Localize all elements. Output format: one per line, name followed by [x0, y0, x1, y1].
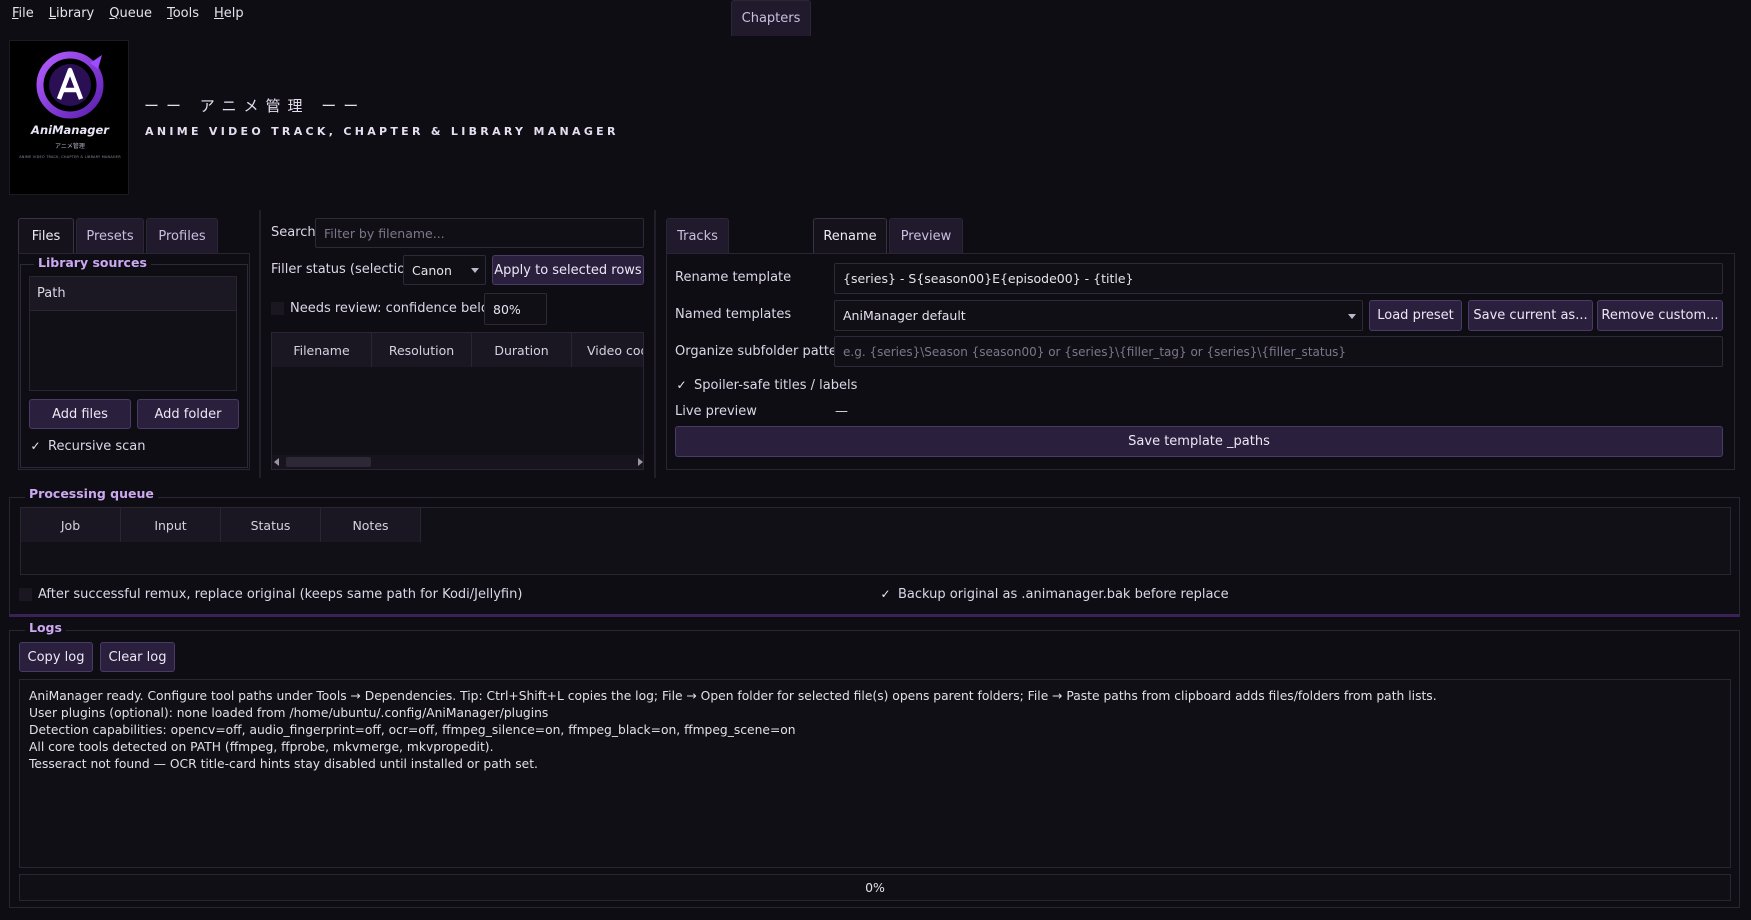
- spoiler-safe-label: Spoiler-safe titles / labels: [694, 378, 858, 393]
- backup-original-label: Backup original as .animanager.bak befor…: [898, 587, 1229, 602]
- path-column-header[interactable]: Path: [30, 277, 236, 311]
- scroll-left-icon[interactable]: [274, 458, 279, 466]
- live-preview-value: —: [835, 404, 848, 419]
- backup-original-checkbox[interactable]: ✓: [879, 588, 892, 601]
- scrollbar-thumb[interactable]: [286, 457, 371, 467]
- column-video-codec[interactable]: Video cod: [572, 333, 643, 367]
- subfolder-pattern-label: Organize subfolder pattern: [675, 344, 851, 359]
- named-templates-value: AniManager default: [843, 308, 966, 323]
- header-subtitle: ANIME VIDEO TRACK, CHAPTER & LIBRARY MAN…: [145, 125, 619, 138]
- column-status[interactable]: Status: [221, 508, 321, 542]
- tab-files[interactable]: Files: [18, 218, 74, 254]
- queue-logs-splitter[interactable]: [9, 614, 1740, 617]
- apply-to-selected-button[interactable]: Apply to selected rows: [492, 255, 644, 285]
- replace-original-checkbox[interactable]: [19, 588, 32, 601]
- search-label: Search: [271, 225, 316, 240]
- filler-status-label: Filler status (selection): [271, 262, 419, 277]
- tab-preview[interactable]: Preview: [889, 218, 963, 254]
- tab-chapters[interactable]: Chapters: [731, 0, 811, 36]
- menu-help[interactable]: Help: [209, 6, 249, 21]
- save-template-paths-button[interactable]: Save template _paths: [675, 426, 1723, 457]
- rename-template-label: Rename template: [675, 270, 792, 285]
- needs-review-checkbox[interactable]: [271, 302, 284, 315]
- column-duration[interactable]: Duration: [472, 333, 572, 367]
- logo-jp: アニメ管理: [55, 143, 85, 150]
- column-input[interactable]: Input: [121, 508, 221, 542]
- menu-tools[interactable]: Tools: [162, 6, 204, 21]
- remove-custom-button[interactable]: Remove custom...: [1597, 300, 1723, 331]
- log-line: AniManager ready. Configure tool paths u…: [29, 689, 1437, 703]
- log-line: Tesseract not found — OCR title-card hin…: [29, 757, 538, 771]
- log-output[interactable]: AniManager ready. Configure tool paths u…: [19, 679, 1731, 868]
- tab-presets[interactable]: Presets: [76, 218, 144, 254]
- filler-status-select[interactable]: Canon: [403, 255, 486, 285]
- filler-status-value: Canon: [412, 262, 452, 278]
- files-table[interactable]: Filename Resolution Duration Video cod: [271, 332, 644, 470]
- processing-queue-title: Processing queue: [25, 486, 158, 501]
- chevron-down-icon: [471, 268, 479, 273]
- horizontal-scrollbar[interactable]: [272, 455, 643, 469]
- load-preset-button[interactable]: Load preset: [1369, 300, 1462, 331]
- app-logo: AniManager アニメ管理 ANIME VIDEO TRACK, CHAP…: [9, 40, 129, 195]
- spoiler-safe-checkbox[interactable]: ✓: [675, 379, 688, 392]
- search-input[interactable]: Filter by filename...: [315, 218, 644, 248]
- column-job[interactable]: Job: [21, 508, 121, 542]
- subfolder-pattern-input[interactable]: e.g. {series}\Season {season00} or {seri…: [834, 336, 1723, 367]
- progress-text: 0%: [865, 880, 885, 895]
- column-resolution[interactable]: Resolution: [372, 333, 472, 367]
- named-templates-label: Named templates: [675, 307, 792, 322]
- add-folder-button[interactable]: Add folder: [137, 399, 239, 429]
- splitter-right[interactable]: [654, 210, 656, 478]
- copy-log-button[interactable]: Copy log: [19, 642, 93, 672]
- library-sources-title: Library sources: [34, 255, 151, 270]
- menu-queue[interactable]: Queue: [104, 6, 157, 21]
- column-notes[interactable]: Notes: [321, 508, 421, 542]
- save-current-as-button[interactable]: Save current as...: [1468, 300, 1593, 331]
- logo-emblem-icon: [36, 51, 104, 119]
- recursive-scan-checkbox[interactable]: ✓: [29, 440, 42, 453]
- menu-library[interactable]: Library: [44, 6, 99, 21]
- column-filename[interactable]: Filename: [272, 333, 372, 367]
- splitter-left[interactable]: [259, 210, 261, 478]
- scroll-right-icon[interactable]: [638, 458, 643, 466]
- clear-log-button[interactable]: Clear log: [100, 642, 175, 672]
- menu-bar: File Library Queue Tools Help: [0, 0, 1751, 26]
- chevron-down-icon: [1348, 313, 1356, 319]
- log-line: Detection capabilities: opencv=off, audi…: [29, 723, 796, 737]
- tab-profiles[interactable]: Profiles: [146, 218, 218, 254]
- log-line: All core tools detected on PATH (ffmpeg,…: [29, 740, 494, 754]
- queue-table[interactable]: Job Input Status Notes: [20, 507, 1731, 575]
- library-sources-list[interactable]: Path: [29, 276, 237, 391]
- menu-file[interactable]: File: [7, 6, 39, 21]
- named-templates-select[interactable]: AniManager default: [834, 300, 1363, 331]
- logs-title: Logs: [25, 620, 66, 635]
- logo-name: AniManager: [31, 123, 109, 137]
- progress-bar: 0%: [19, 874, 1731, 901]
- log-line: User plugins (optional): none loaded fro…: [29, 706, 549, 720]
- live-preview-label: Live preview: [675, 404, 757, 419]
- logo-tagline: ANIME VIDEO TRACK, CHAPTER & LIBRARY MAN…: [19, 155, 121, 159]
- tab-rename[interactable]: Rename: [813, 218, 887, 254]
- rename-template-input[interactable]: {series} - S{season00}E{episode00} - {ti…: [834, 263, 1723, 294]
- header-title: ーー アニメ管理 ーー: [144, 97, 366, 115]
- confidence-input[interactable]: 80%: [484, 293, 547, 325]
- recursive-scan-label: Recursive scan: [48, 439, 146, 454]
- tab-tracks[interactable]: Tracks: [666, 218, 729, 254]
- add-files-button[interactable]: Add files: [29, 399, 131, 429]
- replace-original-label: After successful remux, replace original…: [38, 587, 523, 602]
- needs-review-label: Needs review: confidence below: [290, 301, 500, 316]
